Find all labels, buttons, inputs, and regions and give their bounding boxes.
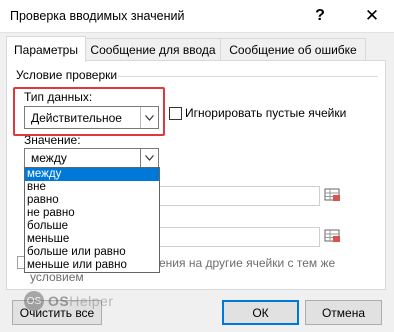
ignore-blank-label: Игнорировать пустые ячейки: [185, 106, 347, 120]
watermark-logo-icon: OS: [24, 291, 44, 311]
help-button[interactable]: ?: [300, 0, 340, 32]
tab-label: Сообщение об ошибке: [229, 43, 357, 57]
range-select-icon[interactable]: [323, 186, 343, 204]
watermark: OS OSHelper: [24, 289, 134, 313]
cancel-button[interactable]: Отмена: [305, 300, 382, 325]
validation-criteria-label: Условие проверки: [16, 68, 118, 82]
tab-parameters[interactable]: Параметры: [6, 36, 86, 62]
data-type-combo[interactable]: Действительное: [24, 106, 159, 129]
list-item[interactable]: больше или равно: [25, 246, 159, 259]
list-item[interactable]: вне: [25, 181, 159, 194]
minimum-field[interactable]: [158, 186, 320, 206]
watermark-text: OSHelper: [48, 293, 113, 309]
list-item[interactable]: равно: [25, 194, 159, 207]
list-item[interactable]: меньше: [25, 233, 159, 246]
tab-label: Параметры: [14, 42, 78, 57]
value-selected: между: [31, 151, 67, 165]
value-combo[interactable]: между: [24, 148, 159, 168]
ignore-blank-checkbox[interactable]: [169, 107, 182, 120]
close-button[interactable]: ✕: [352, 0, 392, 32]
list-item[interactable]: меньше или равно: [25, 259, 159, 272]
maximum-field[interactable]: [158, 227, 320, 247]
tab-label: Сообщение для ввода: [90, 43, 216, 57]
watermark-text-bold: OS: [48, 293, 70, 309]
list-item[interactable]: между: [25, 168, 159, 181]
value-label: Значение:: [24, 133, 81, 147]
tab-input-message[interactable]: Сообщение для ввода: [84, 38, 222, 61]
value-dropdown-list[interactable]: между вне равно не равно больше меньше б…: [24, 167, 160, 273]
watermark-text-rest: Helper: [69, 293, 114, 309]
data-type-value: Действительное: [31, 110, 122, 125]
group-divider: [118, 76, 378, 77]
window-title: Проверка вводимых значений: [10, 9, 185, 23]
list-item[interactable]: больше: [25, 220, 159, 233]
data-type-label: Тип данных:: [24, 90, 93, 104]
tab-error-alert[interactable]: Сообщение об ошибке: [220, 38, 366, 61]
chevron-down-icon[interactable]: [140, 148, 159, 168]
chevron-down-icon[interactable]: [140, 107, 158, 128]
list-item[interactable]: не равно: [25, 207, 159, 220]
apply-changes-label: ения на другие ячейки с тем же: [159, 256, 336, 270]
range-select-icon[interactable]: [323, 227, 343, 245]
ok-button[interactable]: ОК: [222, 300, 299, 325]
